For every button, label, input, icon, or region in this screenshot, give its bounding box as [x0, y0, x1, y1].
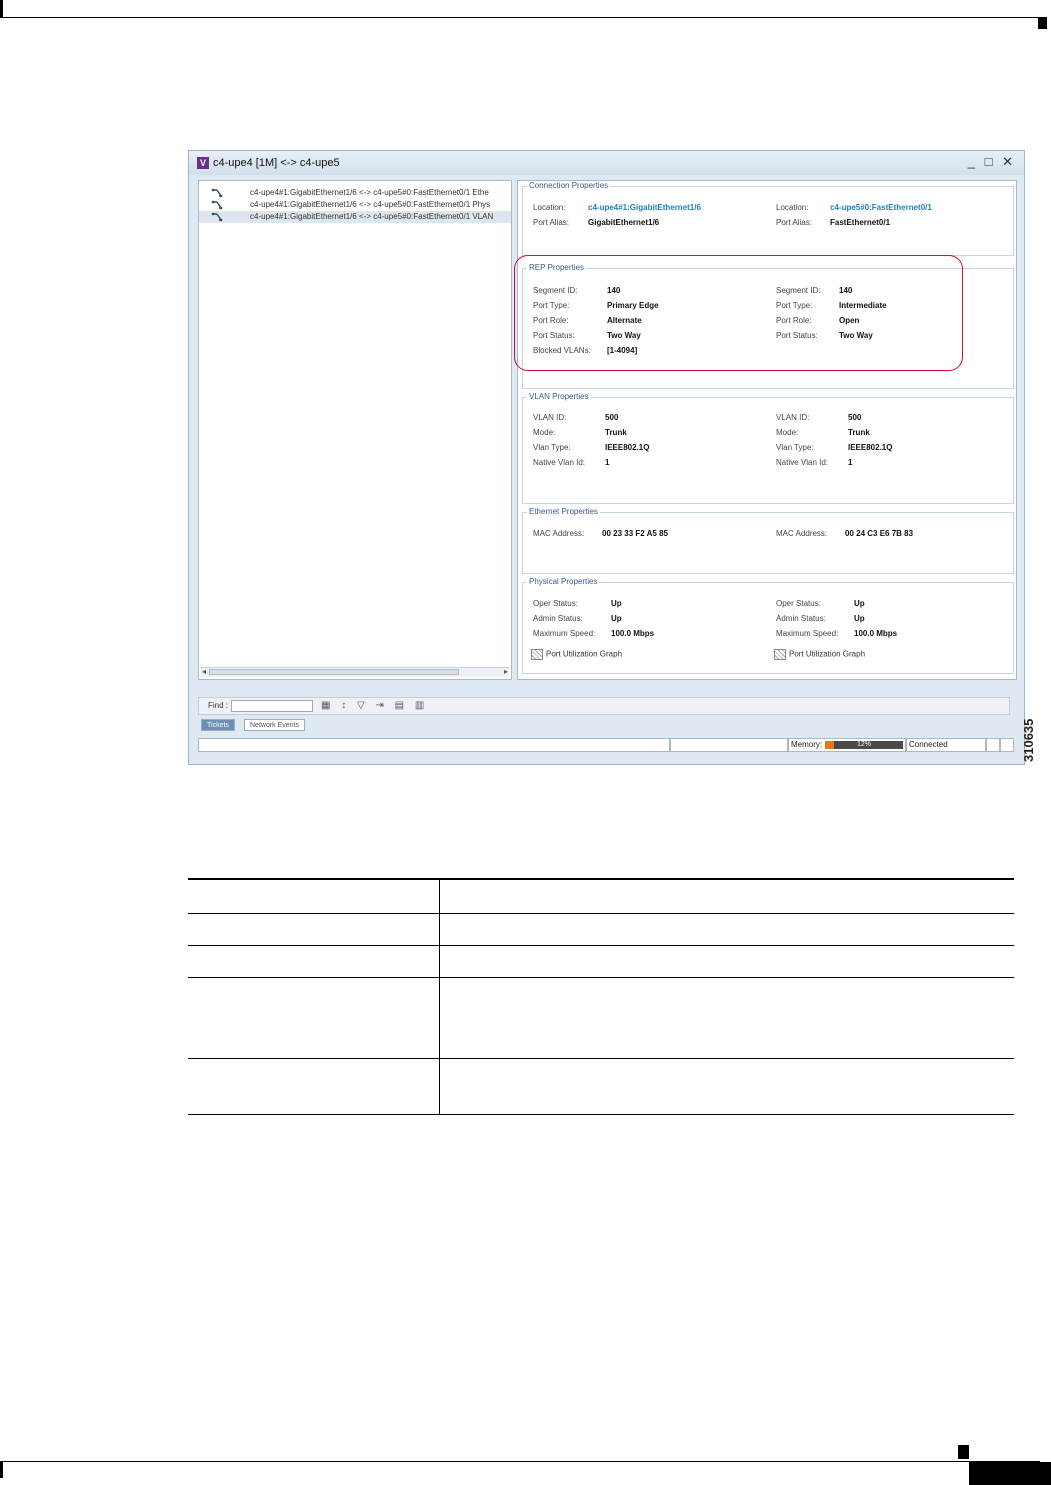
prop-row: Oper Status: Up — [776, 599, 865, 608]
status-cell — [198, 738, 670, 752]
ethernet-properties-group: Ethernet Properties MAC Address: 00 23 33… — [522, 507, 1014, 574]
group-title: Physical Properties — [527, 577, 600, 586]
figure-number: 310635 — [1021, 718, 1036, 762]
prop-row: Admin Status: Up — [776, 614, 865, 623]
prop-row: MAC Address: 00 23 33 F2 A5 85 — [533, 529, 668, 538]
tree-row-label: c4-upe4#1:GigabitEthernet1/6 <-> c4-upe5… — [250, 188, 489, 197]
header-rule — [0, 17, 1040, 18]
location-link[interactable]: c4-upe4#1:GigabitEthernet1/6 — [588, 203, 701, 212]
table-row — [188, 878, 1014, 914]
link-icon — [211, 188, 223, 198]
prop-alias-left: Port Alias: GigabitEthernet1/6 — [533, 218, 660, 227]
memory-percent: 12% — [856, 741, 871, 748]
window-title: c4-upe4 [1M] <-> c4-upe5 — [213, 157, 340, 169]
group-title: Ethernet Properties — [527, 507, 600, 516]
link-icon — [211, 200, 223, 210]
prop-row: VLAN ID: 500 — [776, 413, 862, 422]
tree-row-selected[interactable]: c4-upe4#1:GigabitEthernet1/6 <-> c4-upe5… — [199, 211, 511, 223]
connection-properties-group: Connection Properties Location: c4-upe4#1… — [522, 181, 1014, 256]
tree-row-label: c4-upe4#1:GigabitEthernet1/6 <-> c4-upe5… — [250, 212, 494, 221]
prop-row: Oper Status: Up — [533, 599, 622, 608]
prop-row: Maximum Speed: 100.0 Mbps — [776, 629, 898, 638]
table-row — [188, 1058, 1014, 1115]
prop-location-left: Location: c4-upe4#1:GigabitEthernet1/6 — [533, 203, 701, 212]
prop-location-right: Location: c4-upe5#0:FastEthernet0/1 — [776, 203, 932, 212]
port-utilization-graph-link[interactable]: Port Utilization Graph — [531, 649, 622, 660]
location-link[interactable]: c4-upe5#0:FastEthernet0/1 — [830, 203, 932, 212]
footer-corner-mark — [0, 1461, 3, 1478]
graph-icon — [774, 649, 786, 660]
tree-row[interactable]: c4-upe4#1:GigabitEthernet1/6 <-> c4-upe5… — [199, 199, 511, 211]
prop-row: VLAN ID: 500 — [533, 413, 619, 422]
memory-label: Memory: — [791, 740, 823, 749]
group-title: Connection Properties — [527, 181, 611, 190]
app-logo-icon: V — [197, 157, 209, 169]
link-icon — [211, 212, 223, 222]
status-cell — [1000, 738, 1014, 752]
description-table — [188, 878, 1014, 1115]
status-cell — [986, 738, 1000, 752]
prop-row: Vlan Type: IEEE802.1Q — [776, 443, 893, 452]
status-bar: Memory: 12% Connected — [198, 738, 1016, 752]
scroll-left-icon[interactable]: ◂ — [202, 667, 206, 676]
rep-highlight-ring — [514, 255, 963, 371]
tab-tickets[interactable]: Tickets — [201, 719, 235, 731]
page-corner-mark — [0, 0, 3, 18]
prop-row: Native Vlan Id: 1 — [533, 458, 610, 467]
vlan-properties-group: VLAN Properties VLAN ID: 500 Mode: Trunk V… — [522, 392, 1014, 504]
prop-alias-right: Port Alias: FastEthernet0/1 — [776, 218, 891, 227]
app-window: V c4-upe4 [1M] <-> c4-upe5 _ □ ✕ c4-upe4… — [188, 150, 1025, 765]
table-row — [188, 945, 1014, 978]
table-row — [188, 977, 1014, 1059]
page-number-block — [969, 1462, 1051, 1485]
header-marker — [1038, 17, 1047, 29]
footer-rule — [0, 1461, 1040, 1462]
memory-indicator: Memory: 12% — [788, 738, 906, 752]
status-cell — [670, 738, 788, 752]
tree-row-label: c4-upe4#1:GigabitEthernet1/6 <-> c4-upe5… — [250, 200, 491, 209]
window-controls[interactable]: _ □ ✕ — [968, 154, 1016, 170]
memory-bar: 12% — [825, 741, 903, 749]
table-row — [188, 913, 1014, 946]
prop-row: MAC Address: 00 24 C3 E6 7B 83 — [776, 529, 914, 538]
scroll-right-icon[interactable]: ▸ — [504, 667, 508, 676]
graph-icon — [531, 649, 543, 660]
bottom-panel: Find : ▦ ↕ ▽ ⇥ ▤ ▥ Tickets Network Event… — [198, 689, 1016, 759]
link-tree-pane: c4-upe4#1:GigabitEthernet1/6 <-> c4-upe5… — [198, 180, 512, 680]
scroll-thumb[interactable] — [209, 669, 459, 675]
prop-row: Vlan Type: IEEE802.1Q — [533, 443, 650, 452]
prop-row: Mode: Trunk — [776, 428, 870, 437]
horizontal-scrollbar[interactable]: ◂ ▸ — [201, 667, 509, 677]
physical-properties-group: Physical Properties Oper Status: Up Admin… — [522, 577, 1014, 674]
footer-marker — [958, 1445, 969, 1459]
find-label: Find : — [208, 701, 229, 710]
prop-row: Mode: Trunk — [533, 428, 627, 437]
tab-network-events[interactable]: Network Events — [244, 719, 306, 731]
prop-row: Admin Status: Up — [533, 614, 622, 623]
title-bar: V c4-upe4 [1M] <-> c4-upe5 _ □ ✕ — [189, 151, 1024, 175]
prop-row: Maximum Speed: 100.0 Mbps — [533, 629, 655, 638]
port-utilization-graph-link[interactable]: Port Utilization Graph — [774, 649, 865, 660]
tree-row[interactable]: c4-upe4#1:GigabitEthernet1/6 <-> c4-upe5… — [199, 187, 511, 199]
connection-status: Connected — [906, 738, 986, 752]
find-input[interactable] — [231, 700, 313, 712]
prop-row: Native Vlan Id: 1 — [776, 458, 853, 467]
toolbar-icons[interactable]: ▦ ↕ ▽ ⇥ ▤ ▥ — [321, 700, 428, 711]
group-title: VLAN Properties — [527, 392, 591, 401]
find-toolbar: Find : ▦ ↕ ▽ ⇥ ▤ ▥ — [198, 697, 1010, 715]
